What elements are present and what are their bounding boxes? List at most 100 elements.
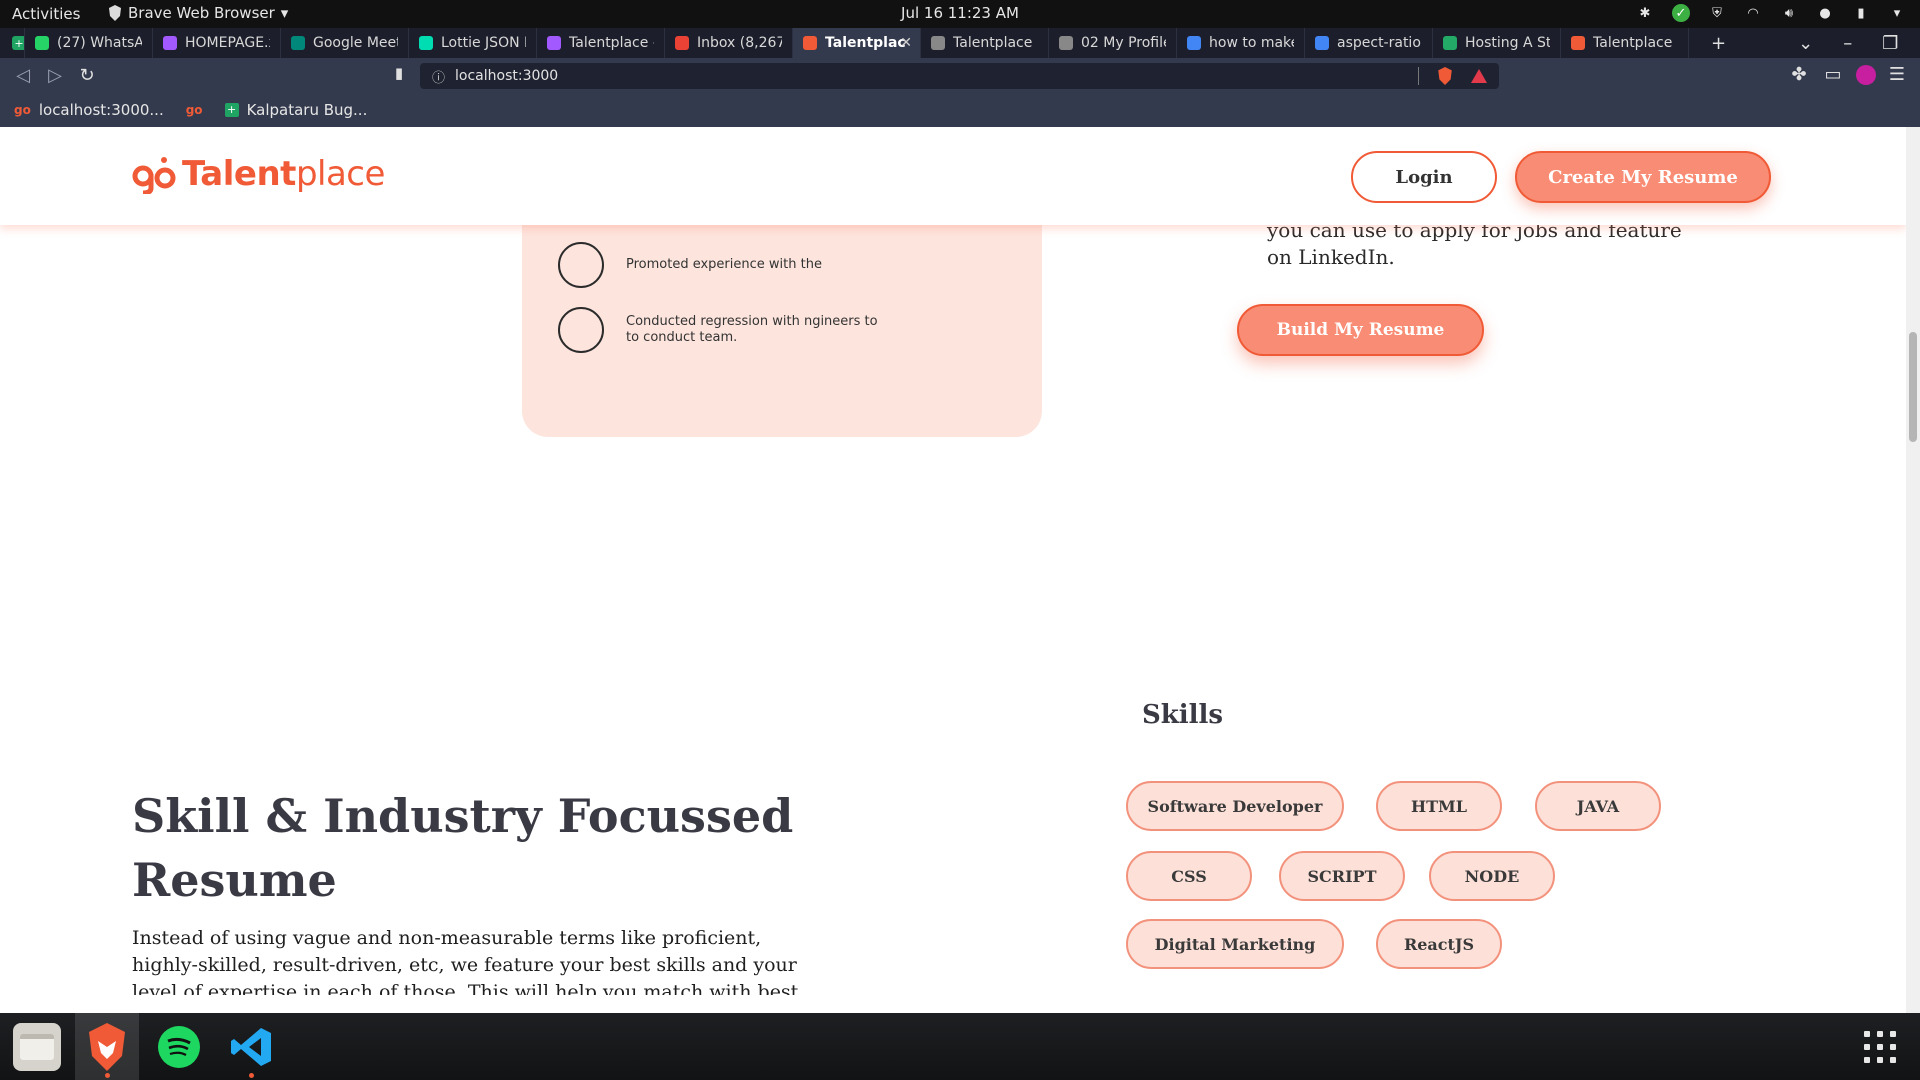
running-indicator <box>249 1073 254 1078</box>
running-indicator <box>105 1073 110 1078</box>
wifi-icon[interactable]: ◠ <box>1744 4 1762 22</box>
browser-tab[interactable]: Talentplace – <box>537 28 665 58</box>
wallet-icon[interactable]: ▭ <box>1822 64 1844 85</box>
circle-icon <box>558 242 604 288</box>
close-tab-icon[interactable]: ✕ <box>900 35 912 51</box>
login-button[interactable]: Login <box>1351 151 1497 203</box>
brave-browser-icon[interactable] <box>83 1023 131 1071</box>
tab-label: aspect-ratio <box>1337 35 1421 51</box>
bookmark-label: localhost:3000... <box>38 101 164 119</box>
forward-icon[interactable]: ▷ <box>44 65 66 86</box>
skill-pill[interactable]: JAVA <box>1535 781 1661 831</box>
battery-icon[interactable]: ▮ <box>1852 4 1870 22</box>
new-tab-button[interactable]: + <box>1711 33 1726 54</box>
browser-tab[interactable]: HOMEPAGE.x <box>153 28 281 58</box>
google-meet-icon <box>291 36 305 50</box>
browser-tab[interactable]: aspect-ratio <box>1305 28 1433 58</box>
skill-pill[interactable]: SCRIPT <box>1279 851 1405 901</box>
url-text[interactable]: localhost:3000 <box>455 68 558 84</box>
spotify-logo <box>158 1026 200 1068</box>
system-dock <box>0 1013 1920 1080</box>
url-icons <box>1418 67 1487 85</box>
section-title: Skill & Industry Focussed Resume <box>132 789 794 907</box>
skill-pill[interactable]: HTML <box>1376 781 1502 831</box>
build-resume-button[interactable]: Build My Resume <box>1237 304 1484 356</box>
tab-sheets[interactable]: + <box>0 28 25 58</box>
skill-pill[interactable]: CSS <box>1126 851 1252 901</box>
vscode-icon[interactable] <box>227 1023 275 1071</box>
browser-tab[interactable]: (27) WhatsAp <box>25 28 153 58</box>
skill-pill[interactable]: Software Developer <box>1126 781 1344 831</box>
browser-tab[interactable]: Google Meet <box>281 28 409 58</box>
scrollbar-thumb[interactable] <box>1909 332 1917 442</box>
create-resume-button[interactable]: Create My Resume <box>1515 151 1771 203</box>
page-viewport: Talentplace Login Create My Resume Promo… <box>0 127 1906 1013</box>
brave-rewards-icon[interactable] <box>1471 69 1487 83</box>
tab-search-icon[interactable]: ⌄ <box>1798 33 1813 54</box>
show-applications-icon[interactable] <box>1864 1031 1896 1063</box>
bookmark-localhost[interactable]: go localhost:3000... <box>14 101 164 119</box>
address-bar[interactable]: ⓘ localhost:3000 <box>420 63 1499 89</box>
back-icon[interactable]: ◁ <box>12 65 34 86</box>
talentplace-logo[interactable]: Talentplace <box>132 154 385 194</box>
skills-heading: Skills <box>1142 700 1224 730</box>
figma-icon <box>163 36 177 50</box>
talentplace-icon: go <box>14 103 31 117</box>
talentplace-icon <box>803 36 817 50</box>
clock[interactable]: Jul 16 11:23 AM <box>0 4 1920 22</box>
tab-label: Talentplac <box>825 35 906 51</box>
maximize-button[interactable]: ❐ <box>1882 33 1898 54</box>
talentplace-logo-icon <box>132 157 176 194</box>
browser-tab[interactable]: Hosting A Sta <box>1433 28 1561 58</box>
shield-icon[interactable]: ⛨ <box>1708 4 1726 22</box>
tab-label: how to make <box>1209 35 1294 51</box>
minimize-button[interactable]: – <box>1843 33 1852 54</box>
reload-icon[interactable]: ↻ <box>76 65 98 86</box>
power-menu-icon[interactable]: ▾ <box>1888 4 1906 22</box>
skill-pill[interactable]: NODE <box>1429 851 1555 901</box>
section-description: Instead of using vague and non-measurabl… <box>132 927 799 995</box>
extensions-icon[interactable]: ✤ <box>1788 64 1810 85</box>
browser-tab[interactable]: Lottie JSON E <box>409 28 537 58</box>
shield-check-icon[interactable]: ✓ <box>1672 4 1690 22</box>
bookmark-talentplace[interactable]: go <box>186 103 203 117</box>
skill-pill[interactable]: ReactJS <box>1376 919 1502 969</box>
card-item: Conducted regression with ngineers to to… <box>558 307 886 353</box>
tab-label: Talentplace – <box>569 35 654 51</box>
bookmark-kalpataru[interactable]: + Kalpataru Bug... <box>224 101 368 119</box>
microphone-icon[interactable]: ● <box>1816 4 1834 22</box>
browser-tab[interactable]: Talentplace H <box>921 28 1049 58</box>
volume-icon[interactable]: 🔊︎ <box>1780 4 1798 22</box>
figma-icon <box>547 36 561 50</box>
bookmarks-bar: go localhost:3000... go + Kalpataru Bug.… <box>0 93 1920 127</box>
menu-icon[interactable]: ☰ <box>1886 64 1908 85</box>
page-scrollbar[interactable] <box>1906 127 1920 1013</box>
browser-tab[interactable]: how to make <box>1177 28 1305 58</box>
card-item-text: Promoted experience with the <box>626 257 822 272</box>
browser-tab[interactable]: Talentplace <box>1561 28 1689 58</box>
profile-avatar[interactable] <box>1856 65 1876 85</box>
google-icon <box>1315 36 1329 50</box>
bookmark-icon[interactable]: ▮ <box>388 64 410 82</box>
browser-tab[interactable]: 02 My Profile <box>1049 28 1177 58</box>
slack-icon[interactable]: ✱ <box>1636 4 1654 22</box>
talentplace-icon: go <box>185 103 203 117</box>
feature-description: you can use to apply for jobs and featur… <box>1267 218 1682 269</box>
card-item: Promoted experience with the <box>558 242 886 288</box>
tab-label: Hosting A Sta <box>1465 35 1550 51</box>
system-tray[interactable]: ✱ ✓ ⛨ ◠ 🔊︎ ● ▮ ▾ <box>1636 4 1906 22</box>
skill-pill[interactable]: Digital Marketing <box>1126 919 1344 969</box>
gmail-icon <box>675 36 689 50</box>
info-icon[interactable]: ⓘ <box>432 67 445 86</box>
bookmark-label: Kalpataru Bug... <box>246 101 368 119</box>
tab-controls: + ⌄ – ❐ ✕ <box>1711 28 1920 58</box>
brave-shields-icon[interactable] <box>1437 67 1453 85</box>
files-icon[interactable] <box>13 1023 61 1071</box>
browser-tab[interactable]: Talentplac ✕ <box>793 28 921 58</box>
tab-label: 02 My Profile <box>1081 35 1166 51</box>
tab-label: HOMEPAGE.x <box>185 35 270 51</box>
browser-tab[interactable]: Inbox (8,267) <box>665 28 793 58</box>
spotify-icon[interactable] <box>155 1023 203 1071</box>
globe-icon <box>931 36 945 50</box>
logo-text: Talentplace <box>182 154 385 194</box>
